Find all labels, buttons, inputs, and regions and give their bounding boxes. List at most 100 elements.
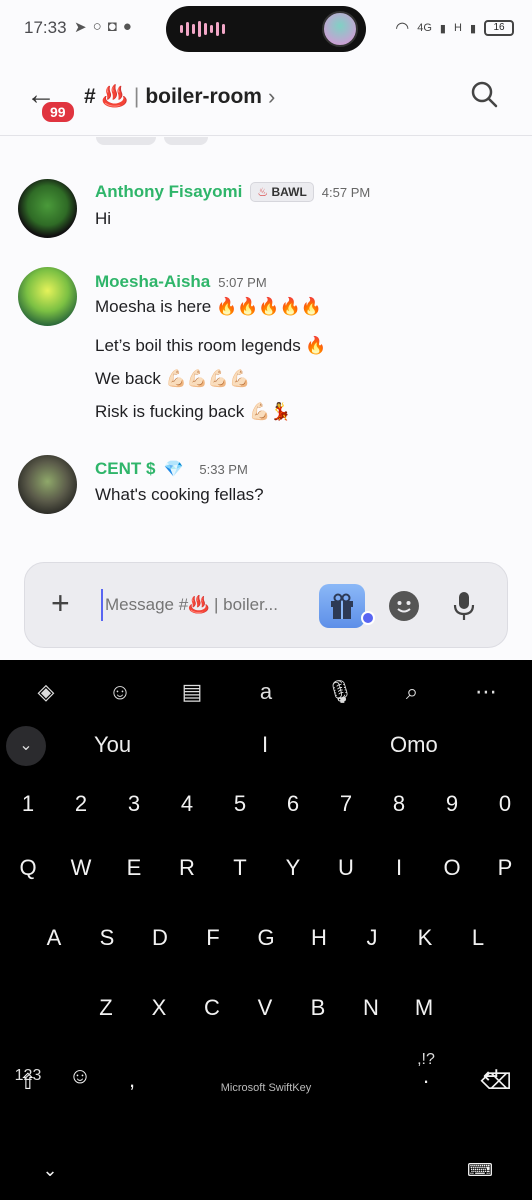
system-indicators: ◠ 4G ▮ H ▮ 16 xyxy=(395,18,514,38)
microphone-icon[interactable]: 🎙 xyxy=(320,672,360,712)
message-header: Moesha-Aisha 5:07 PM xyxy=(95,272,267,292)
translate-icon[interactable]: a xyxy=(246,672,286,712)
key-p[interactable]: P xyxy=(483,844,527,892)
hash-icon: # xyxy=(84,85,96,108)
key-g[interactable]: G xyxy=(244,914,288,962)
key-d[interactable]: D xyxy=(138,914,182,962)
key-h[interactable]: H xyxy=(297,914,341,962)
channel-header: ← 99 # ♨️ | boiler-room › xyxy=(0,58,532,136)
key-u[interactable]: U xyxy=(324,844,368,892)
message-list[interactable]: Anthony Fisayomi ♨ BAWL 4:57 PM Hi Moesh… xyxy=(0,137,532,557)
key-3[interactable]: 3 xyxy=(112,780,156,828)
key-k[interactable]: K xyxy=(403,914,447,962)
avatar[interactable] xyxy=(18,267,77,326)
chat-icon: ○ xyxy=(92,18,102,35)
comma-key[interactable]: , xyxy=(110,1056,154,1104)
key-m[interactable]: M xyxy=(402,984,446,1032)
search-icon[interactable] xyxy=(470,80,498,108)
channel-title[interactable]: # ♨️ | boiler-room › xyxy=(84,84,275,110)
message-composer: + xyxy=(24,562,508,648)
username[interactable]: CENT $ xyxy=(95,459,155,479)
reaction-pill[interactable] xyxy=(96,137,156,145)
channel-emoji: ♨️ xyxy=(101,85,128,108)
add-attachment-icon[interactable]: + xyxy=(51,587,70,619)
key-r[interactable]: R xyxy=(165,844,209,892)
message-text: Risk is fucking back 💪🏻💃 xyxy=(95,402,292,421)
sticker-icon[interactable]: ☺ xyxy=(100,672,140,712)
flame-icon: ♨ xyxy=(257,185,269,199)
key-v[interactable]: V xyxy=(243,984,287,1032)
space-key[interactable]: Microsoft SwiftKey xyxy=(0,1082,532,1094)
key-a[interactable]: A xyxy=(32,914,76,962)
key-o[interactable]: O xyxy=(430,844,474,892)
battery-icon: 16 xyxy=(484,20,514,36)
enter-key[interactable]: ↵ xyxy=(470,1052,514,1100)
key-2[interactable]: 2 xyxy=(59,780,103,828)
search-icon[interactable]: ⌕ xyxy=(392,672,432,712)
key-s[interactable]: S xyxy=(85,914,129,962)
signal-h: H xyxy=(453,22,462,34)
key-t[interactable]: T xyxy=(218,844,262,892)
key-z[interactable]: Z xyxy=(84,984,128,1032)
signal-bars-icon: ▮ xyxy=(439,22,446,35)
key-q[interactable]: Q xyxy=(6,844,50,892)
suggestion[interactable]: Omo xyxy=(390,732,438,758)
key-j[interactable]: J xyxy=(350,914,394,962)
clipboard-icon[interactable]: ▤ xyxy=(172,672,212,712)
server-tag-label: BAWL xyxy=(271,185,307,199)
dynamic-island[interactable] xyxy=(166,6,366,52)
telegram-icon: ➤ xyxy=(74,19,87,36)
key-7[interactable]: 7 xyxy=(324,780,368,828)
key-x[interactable]: X xyxy=(137,984,181,1032)
chevron-down-icon[interactable]: ⌄ xyxy=(6,726,46,766)
key-i[interactable]: I xyxy=(377,844,421,892)
key-1[interactable]: 1 xyxy=(6,780,50,828)
discord-icon: ◘ xyxy=(107,18,117,35)
key-n[interactable]: N xyxy=(349,984,393,1032)
key-4[interactable]: 4 xyxy=(165,780,209,828)
key-l[interactable]: L xyxy=(456,914,500,962)
keyboard: ◈ ☺ ▤ a 🎙 ⌕ ⋯ ⌄ You I Omo 1234567890 QWER… xyxy=(0,660,532,1200)
message-text: We back 💪🏻💪🏻💪🏻💪🏻 xyxy=(95,369,251,388)
avatar[interactable] xyxy=(18,455,77,514)
status-bar: 17:33 ➤ ○ ◘ ● ◠ 4G ▮ H ▮ 16 xyxy=(0,0,532,58)
gift-glyph xyxy=(331,593,353,619)
period-key[interactable]: . xyxy=(404,1052,448,1100)
status-time: 17:33 xyxy=(24,18,67,37)
message-input[interactable] xyxy=(101,589,316,621)
key-y[interactable]: Y xyxy=(271,844,315,892)
key-8[interactable]: 8 xyxy=(377,780,421,828)
suggestion[interactable]: I xyxy=(262,732,268,758)
key-f[interactable]: F xyxy=(191,914,235,962)
diamond-badge: 💎 xyxy=(163,461,184,478)
username[interactable]: Anthony Fisayomi xyxy=(95,182,242,202)
key-e[interactable]: E xyxy=(112,844,156,892)
discord-chat-screen: 17:33 ➤ ○ ◘ ● ◠ 4G ▮ H ▮ 16 ← 99 # ♨️ | xyxy=(0,0,532,1200)
more-icon[interactable]: ⋯ xyxy=(466,672,506,712)
avatar[interactable] xyxy=(18,179,77,238)
key-w[interactable]: W xyxy=(59,844,103,892)
microphone-icon[interactable] xyxy=(451,590,477,622)
username[interactable]: Moesha-Aisha xyxy=(95,272,210,292)
smile-glyph xyxy=(397,601,411,613)
keyboard-layout-icon[interactable]: ⌨ xyxy=(458,1146,502,1194)
key-0[interactable]: 0 xyxy=(483,780,527,828)
timestamp: 4:57 PM xyxy=(321,184,371,200)
audio-wave-icon xyxy=(180,21,225,37)
signal-bars-icon-2: ▮ xyxy=(469,22,476,35)
key-b[interactable]: B xyxy=(296,984,340,1032)
wifi-icon: ◠ xyxy=(395,20,410,37)
hide-keyboard-icon[interactable]: ⌄ xyxy=(28,1146,72,1194)
key-c[interactable]: C xyxy=(190,984,234,1032)
reaction-pill[interactable] xyxy=(164,137,208,145)
title-divider: | xyxy=(133,85,140,108)
key-9[interactable]: 9 xyxy=(430,780,474,828)
emoji-icon[interactable] xyxy=(389,591,419,621)
message-header: CENT $ 💎 5:33 PM xyxy=(95,459,248,479)
gift-icon[interactable] xyxy=(319,584,365,628)
key-6[interactable]: 6 xyxy=(271,780,315,828)
copilot-icon[interactable]: ◈ xyxy=(26,672,66,712)
server-tag[interactable]: ♨ BAWL xyxy=(250,182,314,202)
key-5[interactable]: 5 xyxy=(218,780,262,828)
suggestion[interactable]: You xyxy=(94,732,131,758)
